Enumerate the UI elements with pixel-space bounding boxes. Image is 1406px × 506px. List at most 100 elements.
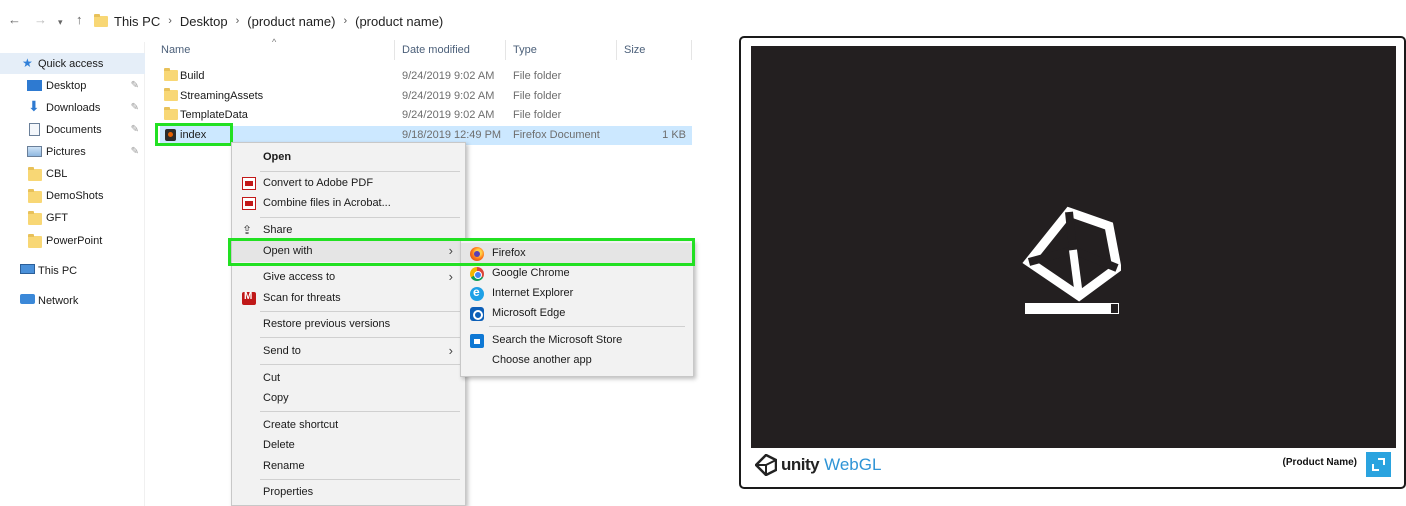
breadcrumb-item[interactable]: Desktop: [180, 14, 228, 29]
game-canvas[interactable]: [751, 46, 1396, 448]
pin-icon[interactable]: ✎: [131, 80, 139, 91]
column-divider[interactable]: [505, 40, 506, 60]
breadcrumb-item[interactable]: (product name): [247, 14, 335, 29]
edge-icon: [470, 307, 484, 321]
sidebar-item-downloads[interactable]: ⬇ Downloads ✎: [0, 97, 145, 118]
unity-webgl-player: unity WebGL (Product Name): [739, 36, 1406, 489]
menu-item-combine-files[interactable]: Combine files in Acrobat...: [232, 193, 465, 214]
menu-item-label: Open: [263, 151, 292, 163]
breadcrumb-item[interactable]: This PC: [114, 14, 160, 29]
file-row[interactable]: Build 9/24/2019 9:02 AM File folder: [160, 67, 692, 86]
sidebar-item-documents[interactable]: Documents ✎: [0, 119, 145, 140]
context-menu: Open Convert to Adobe PDF Combine files …: [231, 142, 466, 506]
unity-webgl-logo: unity WebGL: [755, 454, 881, 476]
sidebar-item-powerpoint[interactable]: PowerPoint: [0, 230, 145, 251]
pin-icon[interactable]: ✎: [131, 102, 139, 113]
submenu-item-internet-explorer[interactable]: Internet Explorer: [461, 283, 693, 303]
menu-item-rename[interactable]: Rename: [232, 456, 465, 477]
file-type: File folder: [513, 70, 562, 82]
column-header-size[interactable]: Size: [624, 44, 645, 56]
file-row[interactable]: TemplateData 9/24/2019 9:02 AM File fold…: [160, 106, 692, 125]
menu-item-create-shortcut[interactable]: Create shortcut: [232, 415, 465, 436]
sidebar-item-label: Network: [38, 294, 79, 307]
downloads-icon: ⬇: [28, 98, 40, 114]
back-arrow-icon[interactable]: ←: [8, 13, 21, 27]
sidebar-item-label: PowerPoint: [46, 234, 103, 247]
sidebar-item-quick-access[interactable]: ★ Quick access: [0, 53, 145, 74]
menu-separator: [260, 411, 460, 412]
column-divider[interactable]: [394, 40, 395, 60]
column-header-type[interactable]: Type: [513, 44, 537, 56]
microsoft-store-icon: [470, 334, 484, 348]
highlight-box-open-with: [228, 238, 695, 266]
adobe-pdf-icon: [242, 177, 256, 190]
file-name: TemplateData: [180, 109, 248, 121]
sidebar-item-demoshots[interactable]: DemoShots: [0, 185, 145, 206]
fullscreen-button[interactable]: [1366, 452, 1391, 477]
folder-icon: [164, 88, 178, 101]
folder-icon: [94, 13, 108, 27]
product-name: (Product Name): [1282, 457, 1357, 468]
loading-progress-bar: [1025, 303, 1119, 314]
menu-item-label: Cut: [263, 372, 281, 384]
recent-locations-chevron-icon[interactable]: ▾: [58, 15, 63, 29]
star-icon: ★: [22, 56, 33, 70]
menu-item-scan-for-threats[interactable]: Scan for threats: [232, 288, 465, 309]
webgl-wordmark: WebGL: [824, 455, 882, 474]
menu-item-give-access[interactable]: Give access to ›: [232, 267, 465, 288]
sidebar-item-desktop[interactable]: Desktop ✎: [0, 75, 145, 96]
pin-icon[interactable]: ✎: [131, 146, 139, 157]
breadcrumb[interactable]: This PC › Desktop › (product name) › (pr…: [94, 10, 715, 32]
chevron-right-icon[interactable]: ›: [236, 15, 240, 27]
menu-item-restore-previous[interactable]: Restore previous versions: [232, 314, 465, 335]
menu-item-label: Share: [263, 224, 293, 236]
submenu-item-label: Choose another app: [492, 354, 592, 366]
chevron-right-icon[interactable]: ›: [343, 15, 347, 27]
file-date: 9/18/2019 12:49 PM: [402, 129, 502, 141]
breadcrumb-item[interactable]: (product name): [355, 14, 443, 29]
file-row[interactable]: StreamingAssets 9/24/2019 9:02 AM File f…: [160, 87, 692, 106]
file-type: Firefox Document: [513, 129, 600, 141]
menu-item-cut[interactable]: Cut: [232, 368, 465, 389]
sidebar-item-this-pc[interactable]: This PC: [0, 260, 145, 281]
column-header-date[interactable]: Date modified: [402, 44, 470, 56]
chevron-right-icon: ›: [448, 269, 453, 284]
sidebar-item-network[interactable]: Network: [0, 290, 145, 311]
sidebar-item-label: Documents: [46, 123, 102, 136]
submenu-item-store[interactable]: Search the Microsoft Store: [461, 330, 693, 350]
submenu-item-label: Microsoft Edge: [492, 307, 566, 319]
forward-arrow-icon[interactable]: →: [34, 13, 47, 27]
this-pc-icon: [20, 264, 35, 274]
menu-item-properties[interactable]: Properties: [232, 482, 465, 503]
file-name: StreamingAssets: [180, 90, 264, 102]
sidebar-item-pictures[interactable]: Pictures ✎: [0, 141, 145, 162]
desktop-icon: [27, 80, 42, 91]
column-headers: ^ Name Date modified Type Size: [160, 37, 692, 60]
sidebar-item-cbl[interactable]: CBL: [0, 163, 145, 184]
column-divider[interactable]: [691, 40, 692, 60]
share-icon: ⇪: [242, 223, 253, 237]
sidebar-item-gft[interactable]: GFT: [0, 207, 145, 228]
menu-item-label: Rename: [263, 460, 305, 472]
menu-item-convert-to-pdf[interactable]: Convert to Adobe PDF: [232, 173, 465, 194]
highlight-box-index: [155, 123, 233, 146]
submenu-item-edge[interactable]: Microsoft Edge: [461, 303, 693, 323]
file-date: 9/24/2019 9:02 AM: [402, 70, 495, 82]
submenu-item-choose-another[interactable]: Choose another app: [461, 350, 693, 370]
submenu-item-chrome[interactable]: Google Chrome: [461, 263, 693, 283]
menu-separator: [489, 326, 685, 327]
menu-item-label: Combine files in Acrobat...: [263, 197, 391, 209]
folder-icon: [28, 234, 42, 248]
pin-icon[interactable]: ✎: [131, 124, 139, 135]
submenu-item-label: Internet Explorer: [492, 287, 574, 299]
menu-item-label: Send to: [263, 345, 301, 357]
column-divider[interactable]: [616, 40, 617, 60]
menu-item-send-to[interactable]: Send to ›: [232, 341, 465, 362]
menu-item-delete[interactable]: Delete: [232, 435, 465, 456]
column-header-name[interactable]: Name: [161, 44, 190, 56]
menu-item-copy[interactable]: Copy: [232, 388, 465, 409]
menu-item-open[interactable]: Open: [232, 147, 465, 168]
folder-icon: [28, 189, 42, 203]
up-arrow-icon[interactable]: ↑: [76, 13, 83, 27]
chevron-right-icon[interactable]: ›: [168, 15, 172, 27]
